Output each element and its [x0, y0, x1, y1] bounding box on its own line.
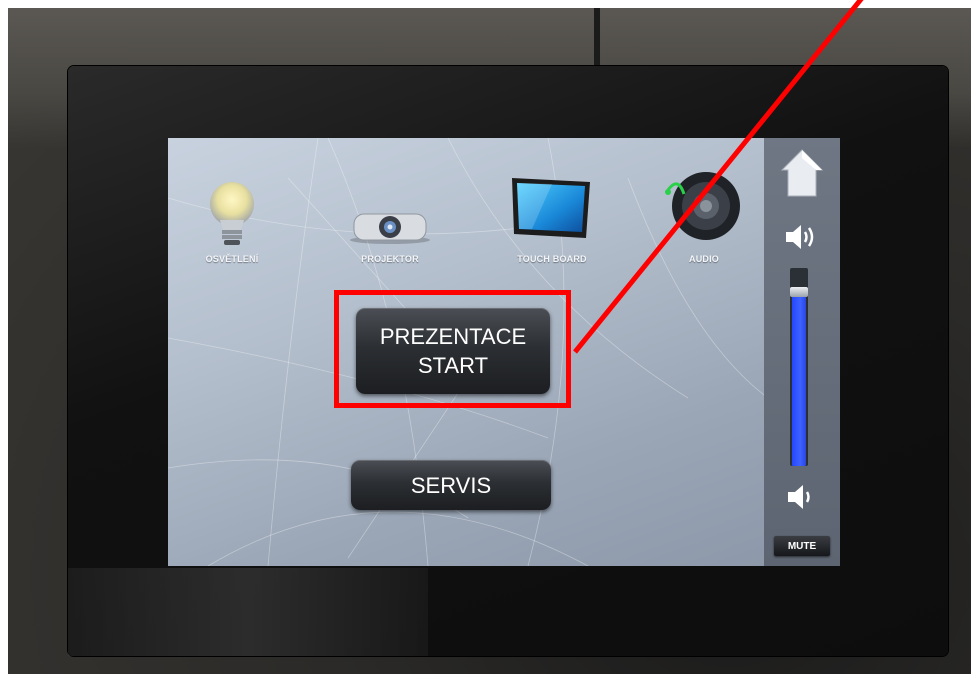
servis-button[interactable]: SERVIS [351, 460, 551, 510]
volume-slider[interactable] [790, 268, 808, 466]
volume-down-icon[interactable] [786, 482, 816, 512]
menu-item-osvetleni[interactable]: OSVĚTLENÍ [172, 168, 292, 278]
volume-slider-knob[interactable] [790, 287, 808, 297]
menu-item-touch-board[interactable]: TOUCH BOARD [492, 168, 612, 278]
mute-label: MUTE [787, 540, 817, 552]
menu-label-touch-board: TOUCH BOARD [517, 254, 587, 264]
light-bulb-icon [210, 182, 254, 245]
speaker-icon [665, 172, 740, 240]
home-icon[interactable] [780, 148, 824, 198]
menu-label-osvetleni: OSVĚTLENÍ [205, 254, 259, 264]
volume-up-icon[interactable] [784, 222, 820, 252]
mute-button[interactable]: MUTE [774, 536, 830, 556]
annotation-highlight-box [334, 290, 571, 408]
volume-slider-fill [792, 295, 806, 466]
menu-item-projektor[interactable]: PROJEKTOR [330, 168, 450, 278]
servis-label: SERVIS [410, 472, 492, 498]
bezel-reflection [68, 568, 428, 656]
touch-board-icon [512, 178, 590, 238]
cable [594, 8, 600, 68]
side-control-strip: MUTE [764, 138, 840, 566]
menu-item-audio[interactable]: AUDIO [644, 168, 764, 278]
projector-icon [350, 213, 430, 244]
menu-label-audio: AUDIO [689, 254, 719, 264]
menu-label-projektor: PROJEKTOR [361, 254, 419, 264]
